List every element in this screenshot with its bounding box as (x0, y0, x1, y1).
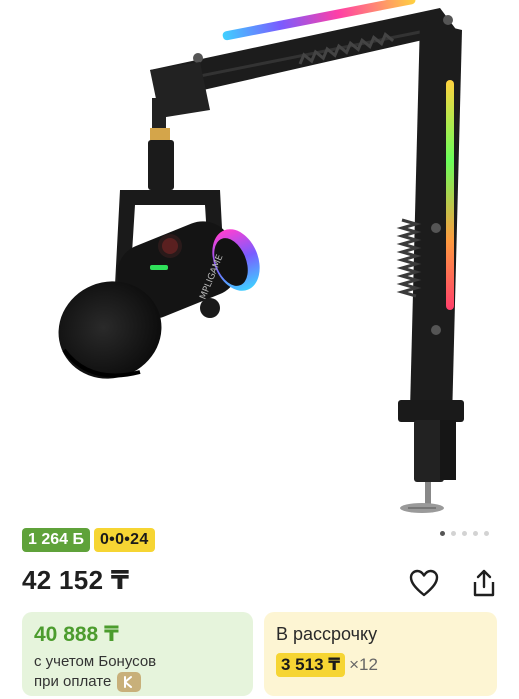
installment-card[interactable]: В рассрочку 3 513 ₸ ×12 (264, 612, 497, 696)
bonus-note-line2: при оплате (34, 673, 112, 690)
bonus-price-card[interactable]: 40 888 ₸ с учетом Бонусов при оплате (22, 612, 253, 696)
gallery-dot[interactable] (473, 531, 478, 536)
product-actions (408, 567, 500, 599)
installment-amount: 3 513 ₸ (276, 653, 346, 677)
share-icon[interactable] (468, 567, 500, 599)
installment-months: ×12 (349, 655, 378, 674)
gallery-dot[interactable] (484, 531, 489, 536)
gallery-dot-active[interactable] (440, 531, 445, 536)
product-image[interactable]: MPLIGAME (0, 0, 519, 520)
bonus-note: с учетом Бонусов при оплате (34, 652, 241, 692)
installment-badge: 0•0•24 (93, 528, 155, 552)
installment-title: В рассрочку (276, 624, 378, 644)
heart-icon[interactable] (408, 567, 440, 599)
promo-badges: 1 264 Б 0•0•24 (22, 528, 155, 552)
kaspi-logo-icon (117, 672, 142, 692)
bonus-badge: 1 264 Б (22, 528, 90, 552)
microphone-boom-arm-image: MPLIGAME (58, 0, 464, 513)
bonus-note-line1: с учетом Бонусов (34, 653, 157, 670)
gallery-dot[interactable] (462, 531, 467, 536)
gallery-pagination[interactable] (440, 531, 489, 536)
product-price: 42 152 ₸ (22, 565, 130, 595)
bonus-price: 40 888 ₸ (34, 623, 119, 646)
gallery-dot[interactable] (451, 531, 456, 536)
